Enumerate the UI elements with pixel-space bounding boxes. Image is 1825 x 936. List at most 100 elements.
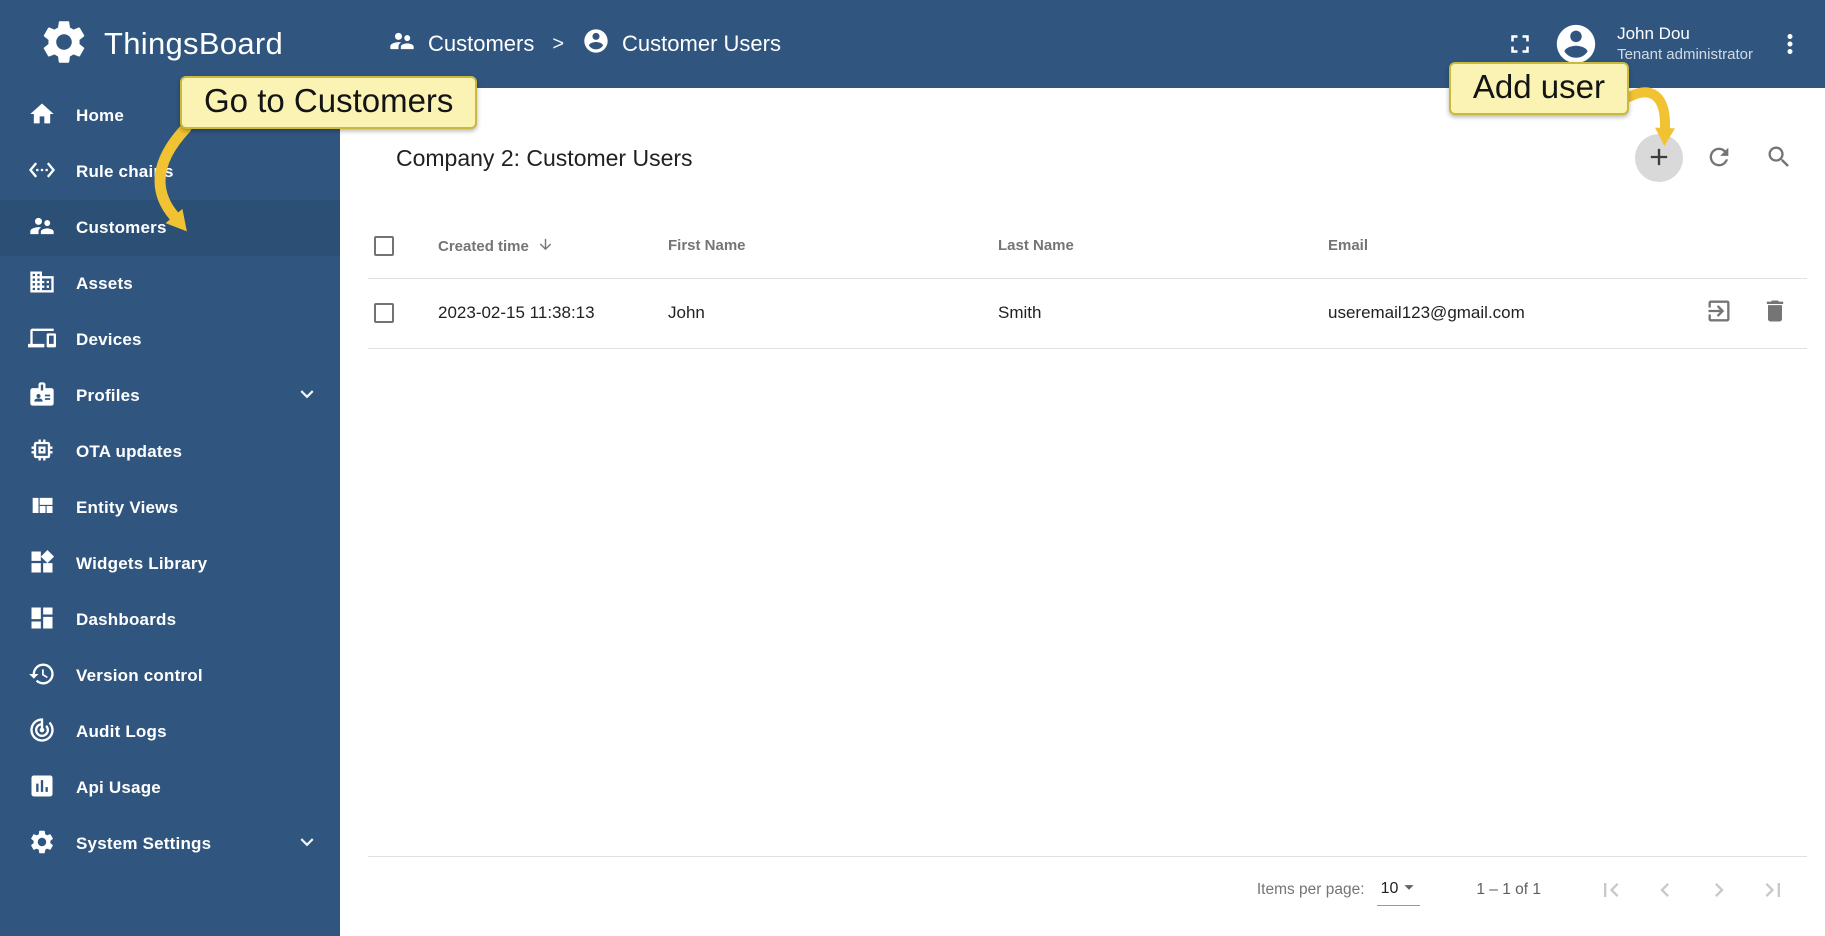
user-role: Tenant administrator (1617, 46, 1753, 64)
cell-last-name: Smith (992, 278, 1322, 349)
refresh-button[interactable] (1695, 134, 1743, 182)
column-header-first-name[interactable]: First Name (662, 214, 992, 279)
refresh-icon (1705, 143, 1733, 174)
previous-page-button[interactable] (1643, 868, 1687, 912)
user-name: John Dou (1617, 24, 1690, 44)
profiles-icon (28, 380, 56, 413)
column-header-actions (1677, 214, 1807, 279)
header-actions: John Dou Tenant administrator (1505, 21, 1805, 67)
user-avatar-icon[interactable] (1553, 21, 1599, 67)
table-header-row: Created time First Name Last Name Email (368, 214, 1807, 279)
tutorial-arrow-add-user-icon (1626, 87, 1675, 146)
last-page-button[interactable] (1751, 868, 1795, 912)
column-header-email[interactable]: Email (1322, 214, 1677, 279)
more-vert-icon[interactable] (1775, 29, 1805, 59)
account-circle-icon (582, 27, 610, 61)
chevron-down-icon (294, 829, 320, 860)
delete-icon[interactable] (1761, 297, 1789, 330)
sidebar-item-label: Widgets Library (76, 554, 208, 573)
widgets-library-icon (28, 548, 56, 581)
system-settings-icon (28, 828, 56, 861)
content-card: Company 2: Customer Users Created time F… (340, 88, 1825, 936)
app-window: ThingsBoard Home Rule chains Customers A… (0, 0, 1825, 936)
sidebar-item-widgets-library[interactable]: Widgets Library (0, 536, 340, 592)
sidebar-item-label: Version control (76, 666, 203, 685)
sidebar-item-assets[interactable]: Assets (0, 256, 340, 312)
home-icon (28, 100, 56, 133)
thingsboard-gear-icon (38, 16, 90, 73)
assets-icon (28, 268, 56, 301)
row-actions-cell (1677, 278, 1807, 349)
select-all-checkbox[interactable] (374, 235, 394, 256)
sidebar-item-devices[interactable]: Devices (0, 312, 340, 368)
tutorial-arrow-customers-icon (154, 124, 192, 232)
table-row[interactable]: 2023-02-15 11:38:13 John Smith useremail… (368, 278, 1807, 349)
search-icon (1765, 143, 1793, 174)
cell-email: useremail123@gmail.com (1322, 278, 1677, 349)
sidebar-item-label: Audit Logs (76, 722, 167, 741)
sidebar-item-api-usage[interactable]: Api Usage (0, 760, 340, 816)
items-per-page-select[interactable]: 10 (1376, 874, 1421, 906)
sidebar-item-audit-logs[interactable]: Audit Logs (0, 704, 340, 760)
chevron-down-icon (294, 381, 320, 412)
ota-updates-icon (28, 436, 56, 469)
sidebar-item-label: System Settings (76, 834, 212, 853)
sidebar-item-label: Devices (76, 330, 142, 349)
search-button[interactable] (1755, 134, 1803, 182)
user-info: John Dou Tenant administrator (1617, 23, 1753, 65)
cell-created-time: 2023-02-15 11:38:13 (432, 278, 662, 349)
brand-logo[interactable]: ThingsBoard (0, 0, 340, 88)
api-usage-icon (28, 772, 56, 805)
sidebar-item-profiles[interactable]: Profiles (0, 368, 340, 424)
customers-icon (28, 212, 56, 245)
sidebar-item-dashboards[interactable]: Dashboards (0, 592, 340, 648)
sidebar-item-version-control[interactable]: Version control (0, 648, 340, 704)
sidebar-item-label: Dashboards (76, 610, 177, 629)
sidebar-item-label: Home (76, 106, 125, 125)
rule-chains-icon (28, 156, 56, 189)
items-per-page-value: 10 (1380, 880, 1399, 897)
sidebar-item-label: Profiles (76, 386, 140, 405)
sidebar-item-label: Assets (76, 274, 133, 293)
fullscreen-icon[interactable] (1505, 29, 1535, 59)
breadcrumb-separator: > (552, 32, 565, 55)
paginator: Items per page: 10 1 – 1 of 1 (368, 856, 1807, 922)
audit-logs-icon (28, 716, 56, 749)
sidebar-item-system-settings[interactable]: System Settings (0, 816, 340, 872)
login-as-user-icon[interactable] (1705, 297, 1733, 330)
breadcrumb-label: Customers (428, 31, 535, 56)
items-per-page-label: Items per page: (1256, 880, 1365, 898)
next-page-button[interactable] (1697, 868, 1741, 912)
version-control-icon (28, 660, 56, 693)
column-header-last-name[interactable]: Last Name (992, 214, 1322, 279)
tooltip-add-user: Add user (1448, 62, 1629, 115)
breadcrumb-customer-users[interactable]: Customer Users (582, 27, 781, 61)
breadcrumb-label: Customer Users (622, 31, 781, 56)
breadcrumb-customers[interactable]: Customers (388, 27, 534, 61)
column-header-created-time[interactable]: Created time (432, 214, 662, 279)
people-icon (388, 27, 416, 61)
sidebar-item-label: OTA updates (76, 442, 183, 461)
cell-first-name: John (662, 278, 992, 349)
page-title: Company 2: Customer Users (396, 144, 693, 171)
sidebar-item-label: Entity Views (76, 498, 179, 517)
select-all-cell (368, 214, 432, 279)
row-checkbox[interactable] (374, 303, 394, 324)
brand-name: ThingsBoard (104, 26, 284, 61)
entity-views-icon (28, 492, 56, 525)
sidebar-item-ota-updates[interactable]: OTA updates (0, 424, 340, 480)
sort-desc-icon (529, 238, 554, 255)
dropdown-caret-icon (1398, 876, 1420, 903)
row-select-cell (368, 278, 432, 349)
sidebar-item-entity-views[interactable]: Entity Views (0, 480, 340, 536)
tooltip-go-to-customers: Go to Customers (180, 76, 478, 129)
paginator-range: 1 – 1 of 1 (1476, 880, 1541, 898)
paginator-buttons (1589, 868, 1795, 912)
main-area: Customers > Customer Users John Dou Tena… (340, 0, 1825, 936)
first-page-button[interactable] (1589, 868, 1633, 912)
users-table: Created time First Name Last Name Email … (368, 214, 1807, 349)
sidebar-item-label: Api Usage (76, 778, 161, 797)
dashboards-icon (28, 604, 56, 637)
devices-icon (28, 324, 56, 357)
